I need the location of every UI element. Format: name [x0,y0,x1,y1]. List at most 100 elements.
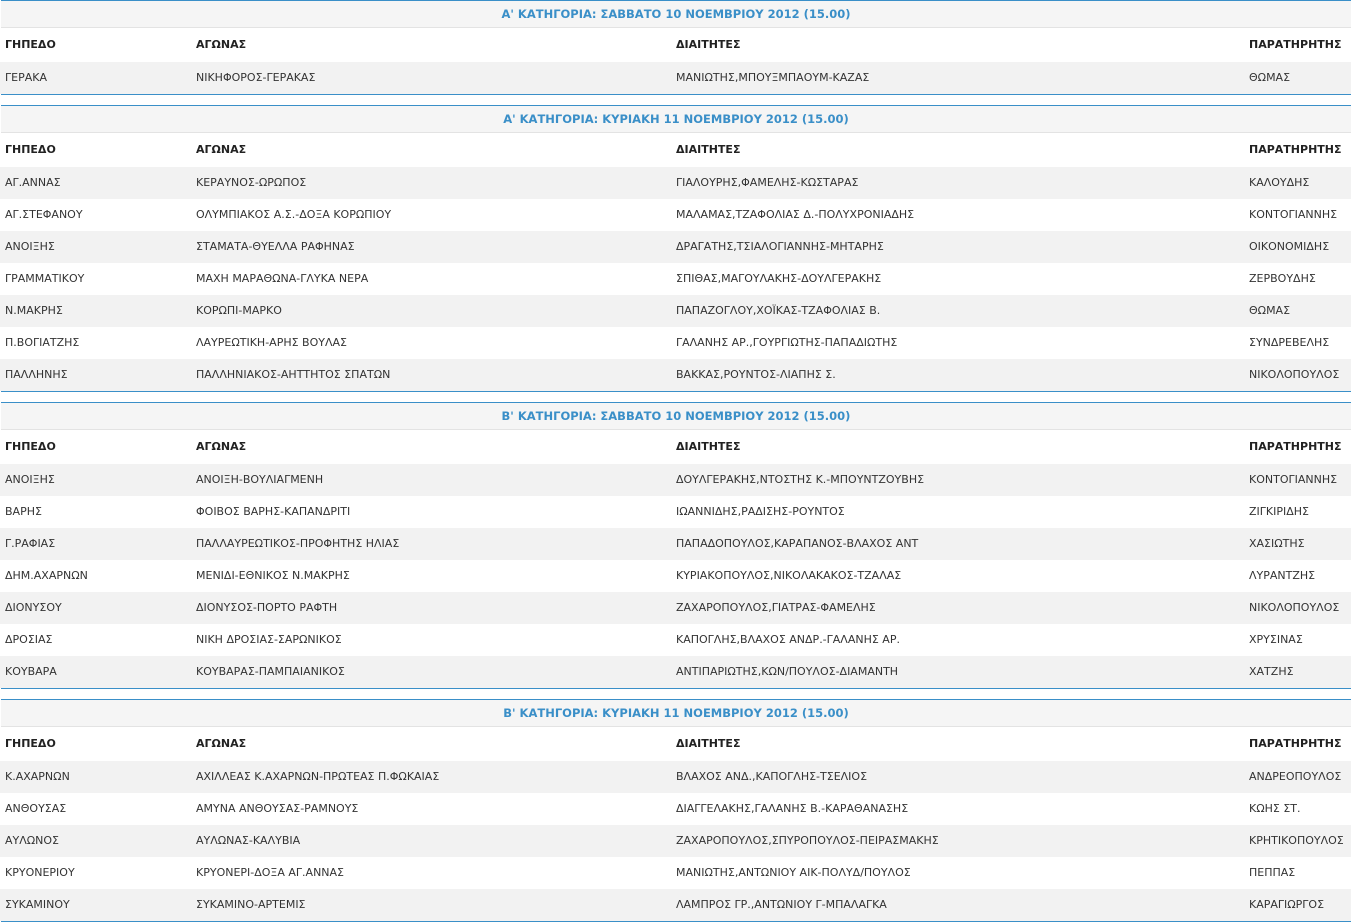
cell-match: ΣΥΚΑΜΙΝΟ-ΑΡΤΕΜΙΣ [196,898,306,911]
table-row: ΔΗΜ.ΑΧΑΡΝΩΝ ΜΕΝΙΔΙ-ΕΘΝΙΚΟΣ Ν.ΜΑΚΡΗΣ ΚΥΡΙΑΚ… [0,560,1351,592]
cell-stadium: ΑΓ.ΑΝΝΑΣ [5,176,61,189]
header-referees: ΔΙΑΙΤΗΤΕΣ [676,440,741,453]
header-match: ΑΓΩΝΑΣ [196,440,247,453]
cell-referees: ΚΑΠΟΓΛΗΣ,ΒΛΑΧΟΣ ΑΝΔΡ.-ΓΑΛΑΝΗΣ ΑΡ. [676,633,900,646]
cell-stadium: ΑΓ.ΣΤΕΦΑΝΟΥ [5,208,83,221]
section-title: Α' ΚΑΤΗΓΟΡΙΑ: ΣΑΒΒΑΤΟ 10 ΝΟΕΜΒΡΙΟΥ 2012 … [1,0,1351,28]
table-header-row: ΓΗΠΕΔΟ ΑΓΩΝΑΣ ΔΙΑΙΤΗΤΕΣ ΠΑΡΑΤΗΡΗΤΗΣ [0,727,1351,761]
header-observer: ΠΑΡΑΤΗΡΗΤΗΣ [1249,737,1342,750]
cell-referees: ΜΑΛΑΜΑΣ,ΤΖΑΦΟΛΙΑΣ Δ.-ΠΟΛΥΧΡΟΝΙΑΔΗΣ [676,208,915,221]
table-row: Γ.ΡΑΦΙΑΣ ΠΑΛΛΑΥΡΕΩΤΙΚΟΣ-ΠΡΟΦΗΤΗΣ ΗΛΙΑΣ ΠΑΠ… [0,528,1351,560]
cell-observer: ΝΙΚΟΛΟΠΟΥΛΟΣ [1249,601,1340,614]
cell-referees: ΒΑΚΚΑΣ,ΡΟΥΝΤΟΣ-ΛΙΑΠΗΣ Σ. [676,368,836,381]
header-stadium: ΓΗΠΕΔΟ [5,440,56,453]
cell-observer: ΠΕΠΠΑΣ [1249,866,1296,879]
cell-observer: ΚΟΝΤΟΓΙΑΝΝΗΣ [1249,473,1338,486]
section-divider [1,688,1351,689]
cell-stadium: ΒΑΡΗΣ [5,505,42,518]
table-row: Κ.ΑΧΑΡΝΩΝ ΑΧΙΛΛΕΑΣ Κ.ΑΧΑΡΝΩΝ-ΠΡΩΤΕΑΣ Π.ΦΩ… [0,761,1351,793]
cell-referees: ΣΠΙΘΑΣ,ΜΑΓΟΥΛΑΚΗΣ-ΔΟΥΛΓΕΡΑΚΗΣ [676,272,882,285]
table-row: ΓΕΡΑΚΑ ΝΙΚΗΦΟΡΟΣ-ΓΕΡΑΚΑΣ ΜΑΝΙΩΤΗΣ,ΜΠΟΥΞΜΠΑ… [0,62,1351,94]
table-header-row: ΓΗΠΕΔΟ ΑΓΩΝΑΣ ΔΙΑΙΤΗΤΕΣ ΠΑΡΑΤΗΡΗΤΗΣ [0,430,1351,464]
cell-stadium: ΔΗΜ.ΑΧΑΡΝΩΝ [5,569,88,582]
header-referees: ΔΙΑΙΤΗΤΕΣ [676,737,741,750]
cell-match: ΚΟΥΒΑΡΑΣ-ΠΑΜΠΑΙΑΝΙΚΟΣ [196,665,345,678]
cell-referees: ΔΟΥΛΓΕΡΑΚΗΣ,ΝΤΟΣΤΗΣ Κ.-ΜΠΟΥΝΤΖΟΥΒΗΣ [676,473,925,486]
table-row: ΔΙΟΝΥΣΟΥ ΔΙΟΝΥΣΟΣ-ΠΟΡΤΟ ΡΑΦΤΗ ΖΑΧΑΡΟΠΟΥΛΟΣ… [0,592,1351,624]
table-row: ΚΟΥΒΑΡΑ ΚΟΥΒΑΡΑΣ-ΠΑΜΠΑΙΑΝΙΚΟΣ ΑΝΤΙΠΑΡΙΩΤΗΣ… [0,656,1351,688]
cell-referees: ΙΩΑΝΝΙΔΗΣ,ΡΑΔΙΣΗΣ-ΡΟΥΝΤΟΣ [676,505,845,518]
table-header-row: ΓΗΠΕΔΟ ΑΓΩΝΑΣ ΔΙΑΙΤΗΤΕΣ ΠΑΡΑΤΗΡΗΤΗΣ [0,133,1351,167]
cell-referees: ΔΙΑΓΓΕΛΑΚΗΣ,ΓΑΛΑΝΗΣ Β.-ΚΑΡΑΘΑΝΑΣΗΣ [676,802,909,815]
table-row: ΑΥΛΩΝΟΣ ΑΥΛΩΝΑΣ-ΚΑΛΥΒΙΑ ΖΑΧΑΡΟΠΟΥΛΟΣ,ΣΠΥΡΟ… [0,825,1351,857]
cell-referees: ΓΙΑΛΟΥΡΗΣ,ΦΑΜΕΛΗΣ-ΚΩΣΤΑΡΑΣ [676,176,859,189]
table-row: ΑΝΟΙΞΗΣ ΑΝΟΙΞΗ-ΒΟΥΛΙΑΓΜΕΝΗ ΔΟΥΛΓΕΡΑΚΗΣ,ΝΤΟ… [0,464,1351,496]
cell-observer: ΖΕΡΒΟΥΔΗΣ [1249,272,1316,285]
cell-match: ΑΧΙΛΛΕΑΣ Κ.ΑΧΑΡΝΩΝ-ΠΡΩΤΕΑΣ Π.ΦΩΚΑΙΑΣ [196,770,440,783]
cell-referees: ΠΑΠΑΖΟΓΛΟΥ,ΧΟΪΚΑΣ-ΤΖΑΦΟΛΙΑΣ Β. [676,304,881,317]
cell-match: ΣΤΑΜΑΤΑ-ΘΥΕΛΛΑ ΡΑΦΗΝΑΣ [196,240,355,253]
table-row: ΣΥΚΑΜΙΝΟΥ ΣΥΚΑΜΙΝΟ-ΑΡΤΕΜΙΣ ΛΑΜΠΡΟΣ ΓΡ.,ΑΝΤ… [0,889,1351,921]
cell-match: ΝΙΚΗΦΟΡΟΣ-ΓΕΡΑΚΑΣ [196,71,316,84]
cell-referees: ΚΥΡΙΑΚΟΠΟΥΛΟΣ,ΝΙΚΟΛΑΚΑΚΟΣ-ΤΖΑΛΑΣ [676,569,902,582]
cell-match: ΚΕΡΑΥΝΟΣ-ΩΡΩΠΟΣ [196,176,307,189]
cell-observer: ΚΟΝΤΟΓΙΑΝΝΗΣ [1249,208,1338,221]
header-match: ΑΓΩΝΑΣ [196,737,247,750]
cell-match: ΠΑΛΛΑΥΡΕΩΤΙΚΟΣ-ΠΡΟΦΗΤΗΣ ΗΛΙΑΣ [196,537,400,550]
cell-match: ΚΟΡΩΠΙ-ΜΑΡΚΟ [196,304,282,317]
cell-observer: ΘΩΜΑΣ [1249,304,1291,317]
cell-referees: ΓΑΛΑΝΗΣ ΑΡ.,ΓΟΥΡΓΙΩΤΗΣ-ΠΑΠΑΔΙΩΤΗΣ [676,336,898,349]
cell-match: ΦΟΙΒΟΣ ΒΑΡΗΣ-ΚΑΠΑΝΔΡΙΤΙ [196,505,351,518]
cell-referees: ΖΑΧΑΡΟΠΟΥΛΟΣ,ΓΙΑΤΡΑΣ-ΦΑΜΕΛΗΣ [676,601,876,614]
cell-stadium: ΔΡΟΣΙΑΣ [5,633,53,646]
header-observer: ΠΑΡΑΤΗΡΗΤΗΣ [1249,440,1342,453]
cell-referees: ΑΝΤΙΠΑΡΙΩΤΗΣ,ΚΩΝ/ΠΟΥΛΟΣ-ΔΙΑΜΑΝΤΗ [676,665,899,678]
header-observer: ΠΑΡΑΤΗΡΗΤΗΣ [1249,38,1342,51]
cell-match: ΑΝΟΙΞΗ-ΒΟΥΛΙΑΓΜΕΝΗ [196,473,324,486]
cell-stadium: Κ.ΑΧΑΡΝΩΝ [5,770,70,783]
cell-match: ΝΙΚΗ ΔΡΟΣΙΑΣ-ΣΑΡΩΝΙΚΟΣ [196,633,342,646]
header-stadium: ΓΗΠΕΔΟ [5,737,56,750]
section-divider [1,391,1351,392]
schedule-page: Α' ΚΑΤΗΓΟΡΙΑ: ΣΑΒΒΑΤΟ 10 ΝΟΕΜΒΡΙΟΥ 2012 … [0,0,1351,922]
section-title: Β' ΚΑΤΗΓΟΡΙΑ: ΣΑΒΒΑΤΟ 10 ΝΟΕΜΒΡΙΟΥ 2012 … [1,402,1351,430]
header-match: ΑΓΩΝΑΣ [196,38,247,51]
header-stadium: ΓΗΠΕΔΟ [5,143,56,156]
cell-match: ΔΙΟΝΥΣΟΣ-ΠΟΡΤΟ ΡΑΦΤΗ [196,601,338,614]
cell-stadium: ΑΥΛΩΝΟΣ [5,834,60,847]
cell-stadium: ΠΑΛΛΗΝΗΣ [5,368,68,381]
table-row: ΔΡΟΣΙΑΣ ΝΙΚΗ ΔΡΟΣΙΑΣ-ΣΑΡΩΝΙΚΟΣ ΚΑΠΟΓΛΗΣ,ΒΛ… [0,624,1351,656]
section-divider [1,94,1351,95]
cell-observer: ΧΡΥΣΙΝΑΣ [1249,633,1303,646]
cell-stadium: ΑΝΟΙΞΗΣ [5,240,55,253]
cell-observer: ΚΑΡΑΓΙΩΡΓΟΣ [1249,898,1325,911]
section-title: Β' ΚΑΤΗΓΟΡΙΑ: ΚΥΡΙΑΚΗ 11 ΝΟΕΜΒΡΙΟΥ 2012 … [1,699,1351,727]
header-match: ΑΓΩΝΑΣ [196,143,247,156]
table-row: ΑΓ.ΣΤΕΦΑΝΟΥ ΟΛΥΜΠΙΑΚΟΣ Α.Σ.-ΔΟΞΑ ΚΟΡΩΠΙΟΥ… [0,199,1351,231]
cell-stadium: ΓΡΑΜΜΑΤΙΚΟΥ [5,272,85,285]
cell-stadium: Π.ΒΟΓΙΑΤΖΗΣ [5,336,80,349]
table-row: ΒΑΡΗΣ ΦΟΙΒΟΣ ΒΑΡΗΣ-ΚΑΠΑΝΔΡΙΤΙ ΙΩΑΝΝΙΔΗΣ,ΡΑ… [0,496,1351,528]
cell-observer: ΚΡΗΤΙΚΟΠΟΥΛΟΣ [1249,834,1344,847]
schedule-section: Α' ΚΑΤΗΓΟΡΙΑ: ΚΥΡΙΑΚΗ 11 ΝΟΕΜΒΡΙΟΥ 2012 … [0,105,1351,392]
cell-match: ΟΛΥΜΠΙΑΚΟΣ Α.Σ.-ΔΟΞΑ ΚΟΡΩΠΙΟΥ [196,208,392,221]
cell-match: ΛΑΥΡΕΩΤΙΚΗ-ΑΡΗΣ ΒΟΥΛΑΣ [196,336,347,349]
cell-observer: ΚΩΗΣ ΣΤ. [1249,802,1301,815]
cell-referees: ΜΑΝΙΩΤΗΣ,ΜΠΟΥΞΜΠΑΟΥΜ-ΚΑΖΑΣ [676,71,870,84]
table-row: Ν.ΜΑΚΡΗΣ ΚΟΡΩΠΙ-ΜΑΡΚΟ ΠΑΠΑΖΟΓΛΟΥ,ΧΟΪΚΑΣ-ΤΖ… [0,295,1351,327]
cell-stadium: ΚΡΥΟΝΕΡΙΟΥ [5,866,75,879]
cell-observer: ΧΑΤΖΗΣ [1249,665,1294,678]
table-row: ΠΑΛΛΗΝΗΣ ΠΑΛΛΗΝΙΑΚΟΣ-ΑΗΤΤΗΤΟΣ ΣΠΑΤΩΝ ΒΑΚΚΑ… [0,359,1351,391]
cell-stadium: ΣΥΚΑΜΙΝΟΥ [5,898,70,911]
cell-observer: ΖΙΓΚΙΡΙΔΗΣ [1249,505,1309,518]
header-observer: ΠΑΡΑΤΗΡΗΤΗΣ [1249,143,1342,156]
header-referees: ΔΙΑΙΤΗΤΕΣ [676,143,741,156]
cell-stadium: ΚΟΥΒΑΡΑ [5,665,57,678]
cell-observer: ΣΥΝΔΡΕΒΕΛΗΣ [1249,336,1330,349]
table-header-row: ΓΗΠΕΔΟ ΑΓΩΝΑΣ ΔΙΑΙΤΗΤΕΣ ΠΑΡΑΤΗΡΗΤΗΣ [0,28,1351,62]
table-row: ΑΝΘΟΥΣΑΣ ΑΜΥΝΑ ΑΝΘΟΥΣΑΣ-ΡΑΜΝΟΥΣ ΔΙΑΓΓΕΛΑΚΗ… [0,793,1351,825]
cell-stadium: ΔΙΟΝΥΣΟΥ [5,601,62,614]
cell-referees: ΜΑΝΙΩΤΗΣ,ΑΝΤΩΝΙΟΥ ΑΙΚ-ΠΟΛΥΔ/ΠΟΥΛΟΣ [676,866,911,879]
cell-referees: ΒΛΑΧΟΣ ΑΝΔ.,ΚΑΠΟΓΛΗΣ-ΤΣΕΛΙΟΣ [676,770,868,783]
cell-observer: ΘΩΜΑΣ [1249,71,1291,84]
